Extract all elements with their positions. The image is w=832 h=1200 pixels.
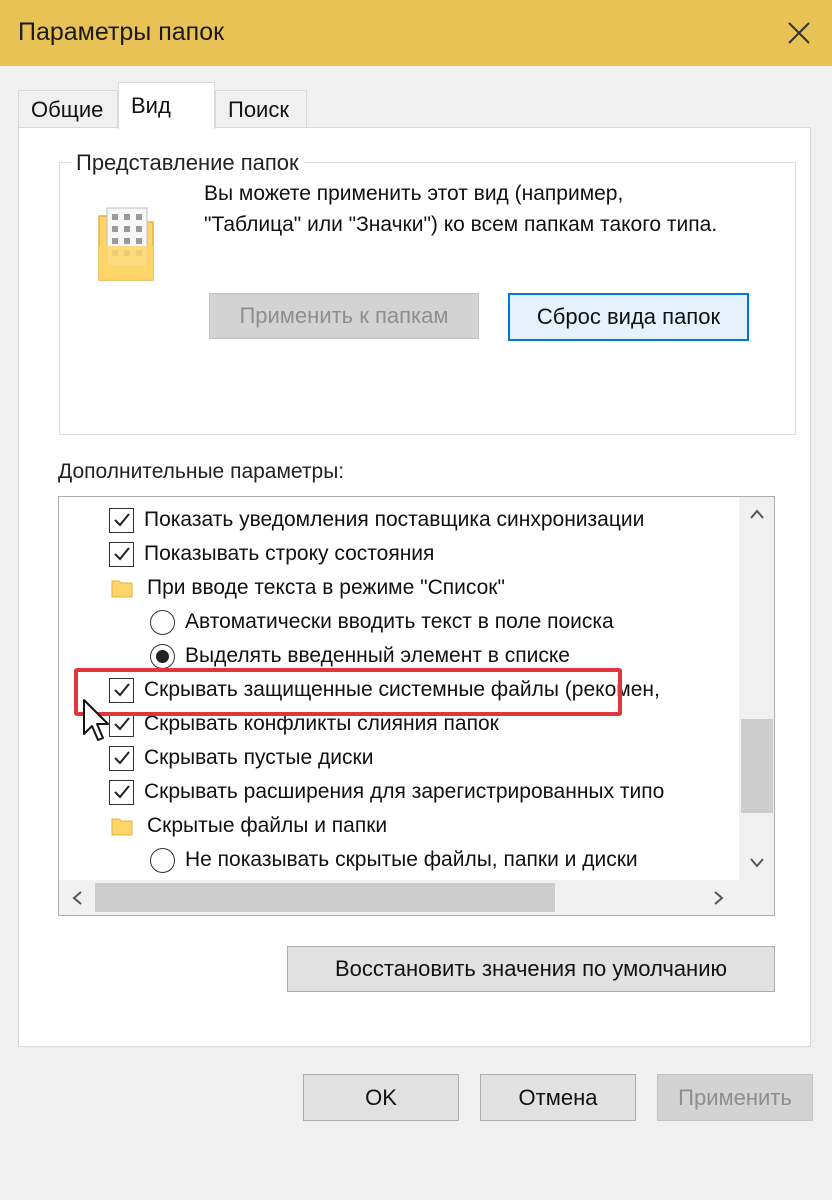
tab-view[interactable]: Вид: [118, 82, 215, 129]
highlight-annotation: [74, 668, 622, 716]
folder-icon: [111, 580, 133, 598]
window-title: Параметры папок: [18, 18, 225, 46]
radio-button[interactable]: [150, 609, 175, 635]
radio-button[interactable]: [150, 847, 175, 873]
horizontal-scroll-thumb[interactable]: [95, 883, 555, 912]
list-item[interactable]: Автоматически вводить текст в поле поиск…: [150, 605, 614, 639]
folder-views-description: Вы можете применить этот вид (например, …: [204, 182, 718, 236]
restore-defaults-button[interactable]: Восстановить значения по умолчанию: [287, 946, 775, 992]
checkbox[interactable]: [109, 745, 134, 771]
list-item-label: Не показывать скрытые файлы, папки и дис…: [185, 848, 638, 871]
list-item[interactable]: Показать уведомления поставщика синхрони…: [109, 503, 644, 537]
tab-general-label: Общие: [31, 97, 104, 122]
reset-folders-button[interactable]: Сброс вида папок: [508, 293, 749, 341]
chevron-left-icon: [72, 891, 82, 905]
list-item[interactable]: Показывать строку состояния: [109, 537, 434, 571]
list-item-hide-empty-drives[interactable]: Скрывать пустые диски: [109, 741, 373, 775]
checkmark-icon: [113, 717, 130, 731]
chevron-down-icon: [750, 858, 764, 868]
horizontal-scrollbar[interactable]: [59, 880, 774, 915]
chevron-up-icon: [750, 509, 764, 519]
checkbox[interactable]: [109, 779, 134, 805]
tab-search-label: Поиск: [228, 97, 289, 122]
cancel-button[interactable]: Отмена: [480, 1074, 636, 1121]
list-item[interactable]: Не показывать скрытые файлы, папки и дис…: [150, 843, 638, 877]
list-item: При вводе текста в режиме "Список": [111, 571, 505, 605]
apply-button[interactable]: Применить: [657, 1074, 813, 1121]
checkmark-icon: [113, 513, 130, 527]
mouse-pointer-icon: [83, 699, 109, 741]
list-item-label: Скрывать расширения для зарегистрированн…: [144, 780, 665, 803]
list-item-label: При вводе текста в режиме "Список": [147, 576, 505, 599]
checkmark-icon: [113, 751, 130, 765]
checkbox[interactable]: [109, 541, 134, 567]
tab-panel: Представление папок Вы можете применить …: [18, 127, 811, 1047]
radio-button[interactable]: [150, 643, 175, 669]
folder-icon: [111, 818, 133, 836]
scroll-up-button[interactable]: [739, 497, 774, 531]
list-item-label: Показать уведомления поставщика синхрони…: [144, 508, 645, 531]
list-item: Скрытые файлы и папки: [111, 809, 387, 843]
scroll-left-button[interactable]: [59, 881, 95, 915]
radio-dot: [156, 649, 169, 663]
dialog-body: Общие Вид Поиск Представление папок Вы м…: [0, 66, 832, 1200]
folder-view-icon: [98, 207, 154, 281]
list-item-label: Показывать строку состояния: [144, 542, 435, 565]
title-bar: Параметры папок: [0, 0, 832, 66]
vertical-scrollbar[interactable]: [739, 497, 774, 880]
checkbox[interactable]: [109, 507, 134, 533]
list-item[interactable]: Скрывать расширения для зарегистрированн…: [109, 775, 664, 809]
apply-to-folders-button[interactable]: Применить к папкам: [209, 293, 479, 339]
checkmark-icon: [113, 785, 130, 799]
tab-search[interactable]: Поиск: [215, 90, 307, 128]
scroll-right-button[interactable]: [701, 881, 737, 915]
scroll-down-button[interactable]: [739, 846, 774, 880]
chevron-right-icon: [714, 891, 724, 905]
folder-views-legend: Представление папок: [71, 150, 304, 176]
checkmark-icon: [113, 547, 130, 561]
list-item-label: Автоматически вводить текст в поле поиск…: [185, 610, 614, 633]
close-button[interactable]: [766, 0, 832, 66]
tab-view-label: Вид: [131, 93, 171, 118]
ok-button[interactable]: OK: [303, 1074, 459, 1121]
vertical-scroll-thumb[interactable]: [741, 719, 773, 813]
list-item-label: Выделять введенный элемент в списке: [185, 644, 570, 667]
close-icon: [788, 22, 810, 44]
scrollbar-corner: [739, 880, 774, 915]
advanced-settings-label: Дополнительные параметры:: [58, 460, 345, 483]
tab-general[interactable]: Общие: [18, 90, 118, 128]
list-item-label: Скрывать пустые диски: [144, 746, 374, 769]
list-item-label: Скрытые файлы и папки: [147, 814, 388, 837]
